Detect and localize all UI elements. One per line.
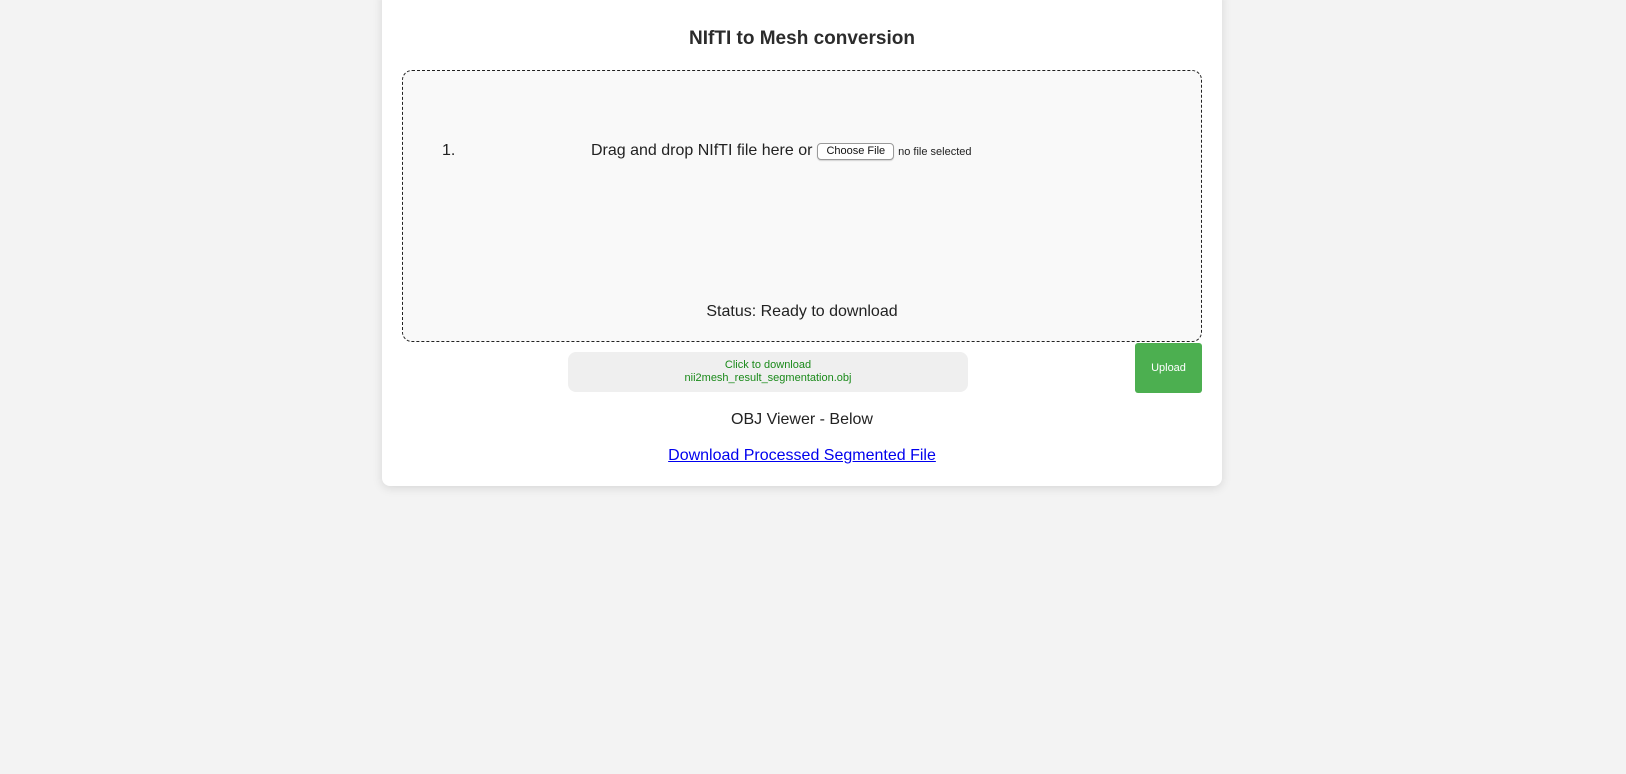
status-text: Status: Ready to download [706,303,898,320]
choose-file-button[interactable]: Choose File [817,142,895,160]
upload-button[interactable]: Upload [1135,343,1202,393]
file-selection-status: no file selected [898,146,972,158]
drop-instruction: Drag and drop NIfTI file here or [591,142,813,159]
download-processed-link[interactable]: Download Processed Segmented File [668,447,936,464]
file-dropzone[interactable]: 1. Drag and drop NIfTI file here or Choo… [402,70,1202,342]
converter-card: NIfTI to Mesh conversion 1. Drag and dro… [382,0,1222,486]
obj-viewer-label: OBJ Viewer - Below [731,411,873,428]
download-filename: nii2mesh_result_segmentation.obj [684,372,852,384]
download-link-row: Download Processed Segmented File [382,447,1222,465]
download-label: Click to download [724,359,812,371]
page-title: NIfTI to Mesh conversion [689,28,915,49]
download-result-button[interactable]: Click to download nii2mesh_result_segmen… [568,352,968,392]
list-number: 1. [442,142,456,159]
drop-row: Drag and drop NIfTI file here or Choose … [591,142,972,160]
